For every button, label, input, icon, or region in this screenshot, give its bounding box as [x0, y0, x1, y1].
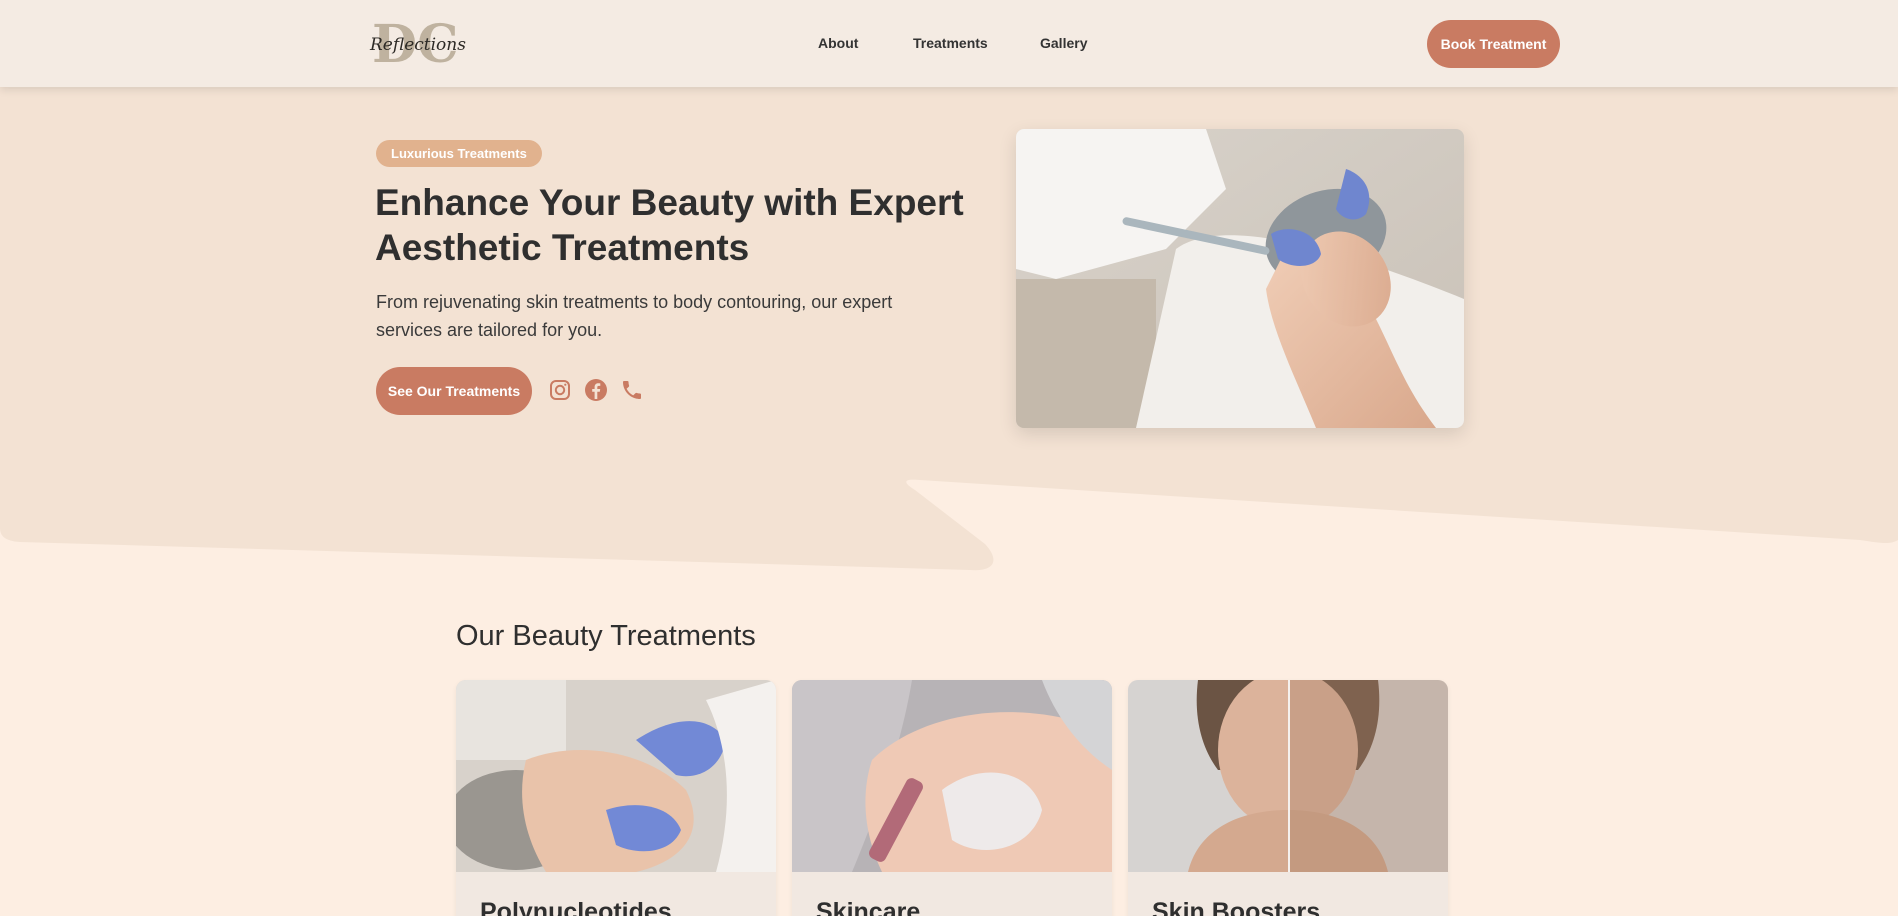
treatment-card-skin-boosters[interactable]: Skin Boosters — [1128, 680, 1448, 916]
card-title: Skincare — [816, 898, 921, 916]
hero-badge: Luxurious Treatments — [376, 140, 542, 167]
logo-script: Reflections — [369, 35, 466, 55]
hero-background — [0, 0, 1898, 580]
microneedling-photo — [792, 680, 1112, 872]
nav-gallery[interactable]: Gallery — [1040, 35, 1087, 51]
card-title: Polynucleotides — [480, 898, 672, 916]
treatment-card-polynucleotides[interactable]: Polynucleotides — [456, 680, 776, 916]
site-header: DC Reflections About Treatments Gallery … — [0, 0, 1898, 87]
hero-subtitle: From rejuvenating skin treatments to bod… — [376, 292, 893, 340]
brand-logo[interactable]: DC Reflections — [368, 12, 468, 70]
instagram-icon[interactable] — [548, 378, 572, 402]
see-treatments-button[interactable]: See Our Treatments — [376, 367, 532, 415]
book-treatment-button[interactable]: Book Treatment — [1427, 20, 1560, 68]
nav-treatments[interactable]: Treatments — [913, 35, 988, 51]
card-title: Skin Boosters — [1152, 898, 1321, 916]
treatment-card-skincare[interactable]: Skincare — [792, 680, 1112, 916]
nav-about[interactable]: About — [818, 35, 858, 51]
hero-photo — [1016, 129, 1464, 428]
phone-icon[interactable] — [620, 378, 644, 402]
hero-title: Enhance Your Beauty with Expert Aestheti… — [375, 182, 964, 268]
neck-injection-photo — [456, 680, 776, 872]
before-after-face-photo — [1128, 680, 1448, 872]
facebook-icon[interactable] — [584, 378, 608, 402]
treatments-heading: Our Beauty Treatments — [456, 620, 756, 652]
